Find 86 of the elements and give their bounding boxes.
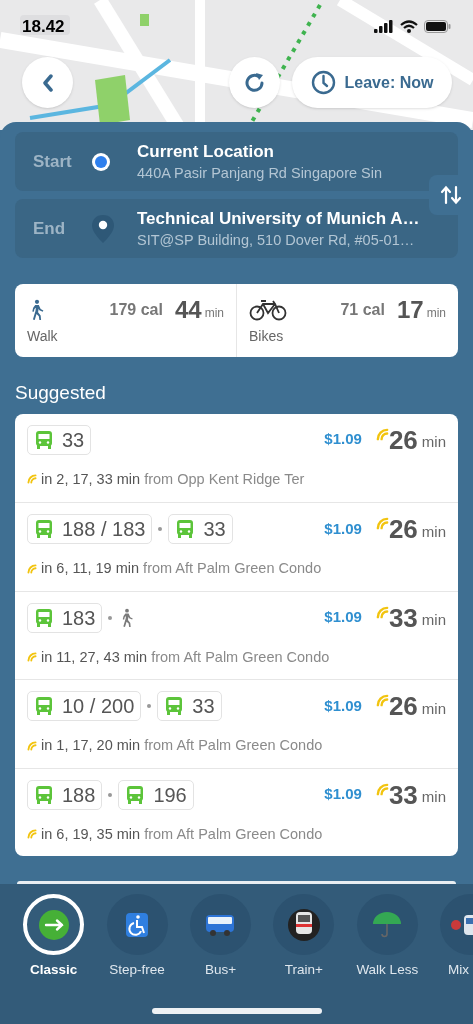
departure-info: in 6, 11, 19 min from Aft Palm Green Condo bbox=[41, 559, 322, 578]
duration-value: 26 bbox=[388, 426, 418, 453]
route-option[interactable]: 188 / 183 33 $1.09 26 min in 6, 11, 19 min from Aft Palm Green Condo bbox=[15, 502, 458, 591]
bus-icon bbox=[34, 519, 54, 539]
fare-text: $1.09 bbox=[324, 695, 362, 716]
duration-value: 44 bbox=[174, 297, 202, 322]
preference-label: Step-free bbox=[109, 961, 165, 979]
field-label: Start bbox=[33, 150, 73, 173]
duration-unit: min bbox=[421, 432, 446, 453]
preference-label: Walk Less bbox=[356, 961, 419, 979]
realtime-icon bbox=[27, 829, 37, 840]
bus-number: 196 bbox=[153, 782, 187, 808]
duration-value: 33 bbox=[388, 604, 418, 631]
route-option[interactable]: 10 / 200 33 $1.09 26 min in 1, 17, 20 min from Aft Palm Green Condo bbox=[15, 679, 458, 768]
section-heading: Suggested bbox=[15, 381, 107, 405]
route-option[interactable]: 33 $1.09 26 min in 2, 17, 33 min from Opp Kent Ridge Ter bbox=[15, 413, 458, 502]
location-field[interactable]: End Technical University of Munich A… SIT@SP Building, 510 Dover Rd, #05-01… bbox=[15, 199, 458, 258]
bus-icon bbox=[34, 696, 54, 716]
realtime-icon bbox=[375, 694, 389, 707]
chevron-left-icon bbox=[41, 73, 54, 92]
bus-number: 183 bbox=[62, 605, 96, 631]
departure-info: in 6, 19, 35 min from Aft Palm Green Condo bbox=[41, 824, 323, 844]
realtime-icon bbox=[375, 782, 389, 796]
location-address: 440A Pasir Panjang Rd Singapore Sin bbox=[137, 163, 383, 183]
bus-number: 188 / 183 bbox=[62, 517, 146, 542]
mode-label: Walk bbox=[27, 326, 59, 346]
departure-info: in 2, 17, 33 min from Opp Kent Ridge Ter bbox=[41, 469, 305, 489]
bus-number: 33 bbox=[203, 517, 226, 542]
bus-number: 10 / 200 bbox=[62, 694, 135, 719]
departure-info: in 11, 27, 43 min from Aft Palm Green Condo bbox=[41, 647, 330, 667]
mode-label: Bikes bbox=[249, 326, 285, 346]
bus-number: 188 bbox=[62, 782, 96, 808]
bus-number: 33 bbox=[192, 694, 215, 719]
duration-unit: min bbox=[421, 610, 446, 631]
fare-text: $1.09 bbox=[324, 607, 362, 628]
fare-text: $1.09 bbox=[324, 784, 362, 805]
realtime-icon bbox=[375, 427, 389, 441]
signal-icon bbox=[374, 20, 394, 34]
location-field[interactable]: Start Current Location 440A Pasir Panjang Rd Singapore Sin bbox=[15, 132, 458, 191]
route-option[interactable]: 183 $1.09 33 min in 11, 27, 43 min from Aft Palm Green Condo bbox=[15, 590, 458, 679]
bus-icon bbox=[34, 784, 54, 805]
bus-number: 33 bbox=[62, 427, 85, 453]
duration-unit: min bbox=[421, 787, 446, 808]
route-option[interactable]: 188 196 $1.09 33 min in 6, 19, 35 min from Aft Palm Green Condo bbox=[15, 767, 458, 856]
bus-icon bbox=[175, 519, 196, 539]
duration-value: 26 bbox=[388, 516, 418, 542]
preference-label: Bus+ bbox=[204, 961, 237, 979]
location-title: Current Location bbox=[137, 140, 275, 163]
wifi-icon bbox=[400, 20, 418, 34]
duration-value: 17 bbox=[396, 297, 424, 322]
realtime-icon bbox=[375, 605, 389, 619]
preference-button[interactable] bbox=[23, 894, 85, 955]
bus-icon bbox=[34, 429, 54, 450]
location-address: SIT@SP Building, 510 Dover Rd, #05-01… bbox=[137, 230, 416, 250]
fare-text: $1.09 bbox=[324, 518, 362, 539]
clock-icon bbox=[310, 70, 336, 95]
duration-unit: min bbox=[426, 304, 446, 322]
bus-icon bbox=[164, 696, 185, 716]
realtime-icon bbox=[375, 517, 389, 530]
fare-text: $1.09 bbox=[324, 429, 362, 450]
battery-icon bbox=[424, 20, 451, 34]
preference-label: Mix bbox=[446, 961, 469, 979]
realtime-icon bbox=[27, 474, 37, 485]
duration-value: 26 bbox=[388, 693, 418, 719]
duration-unit: min bbox=[421, 698, 446, 719]
realtime-icon bbox=[27, 740, 37, 751]
duration-unit: min bbox=[204, 304, 224, 322]
location-dot-icon bbox=[91, 151, 111, 172]
preference-label: Train+ bbox=[284, 961, 323, 979]
duration-value: 33 bbox=[388, 781, 418, 808]
preference-label: Classic bbox=[30, 961, 78, 979]
calories-text: 179 cal bbox=[109, 299, 163, 320]
calories-text: 71 cal bbox=[340, 299, 385, 320]
bicycle-icon bbox=[249, 298, 287, 321]
duration-unit: min bbox=[421, 521, 446, 542]
bus-icon bbox=[125, 784, 146, 805]
realtime-icon bbox=[27, 563, 37, 574]
location-title: Technical University of Munich A… bbox=[137, 207, 420, 230]
map-pin-icon bbox=[91, 213, 117, 244]
field-label: End bbox=[33, 217, 67, 240]
departure-info: in 1, 17, 20 min from Aft Palm Green Condo bbox=[41, 736, 323, 755]
bus-icon bbox=[34, 607, 54, 628]
realtime-icon bbox=[27, 652, 37, 663]
swap-icon bbox=[439, 185, 463, 205]
status-time: 18.42 bbox=[22, 16, 65, 38]
leave-time-button[interactable]: Leave: Now bbox=[292, 57, 452, 108]
